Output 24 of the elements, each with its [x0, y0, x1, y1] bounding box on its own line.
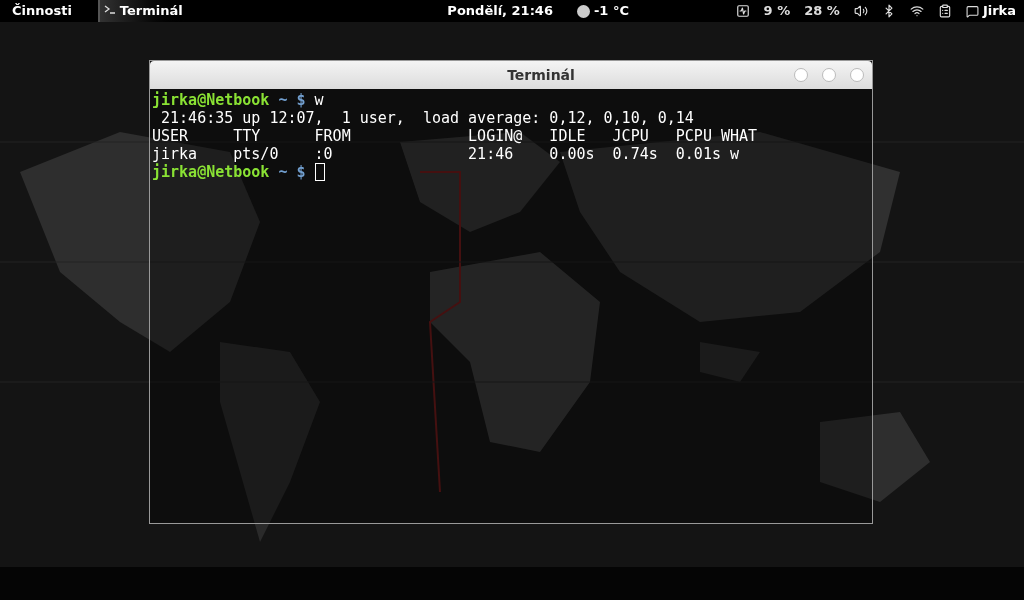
- terminal-icon: [103, 5, 116, 17]
- moon-icon: [576, 4, 590, 18]
- window-title: Terminál: [506, 65, 575, 85]
- clipboard-icon[interactable]: [937, 4, 952, 18]
- system-monitor-icon[interactable]: [735, 4, 750, 18]
- chat-icon[interactable]: [965, 4, 979, 18]
- cpu-usage: 9 %: [763, 2, 791, 21]
- clock[interactable]: Pondělí, 21:46: [447, 1, 553, 21]
- prompt-user: jirka@Netbook: [152, 162, 270, 183]
- prompt-user: jirka@Netbook: [152, 89, 270, 111]
- weather-temperature[interactable]: -1 °C: [593, 1, 629, 21]
- activities-button[interactable]: Činnosti: [0, 1, 84, 21]
- app-name: Terminál: [119, 2, 183, 21]
- output-line: jirka pts/0 :0 21:46 0.00s 0.74s 0.01s w: [152, 145, 740, 163]
- memory-usage: 28 %: [804, 2, 840, 21]
- command-text: w: [314, 89, 324, 111]
- prompt-path: ~ $: [278, 89, 306, 111]
- user-menu[interactable]: Jirka: [982, 1, 1016, 21]
- output-line: 21:46:35 up 12:07, 1 user, load average: 0,12, 0,10, 0,14: [160, 109, 695, 127]
- prompt-path: ~ $: [278, 162, 306, 183]
- volume-icon[interactable]: [853, 4, 868, 18]
- wifi-icon[interactable]: [909, 4, 924, 18]
- cursor: [314, 163, 325, 181]
- output-line: USER TTY FROM LOGIN@ IDLE JCPU PCPU WHAT: [152, 127, 759, 145]
